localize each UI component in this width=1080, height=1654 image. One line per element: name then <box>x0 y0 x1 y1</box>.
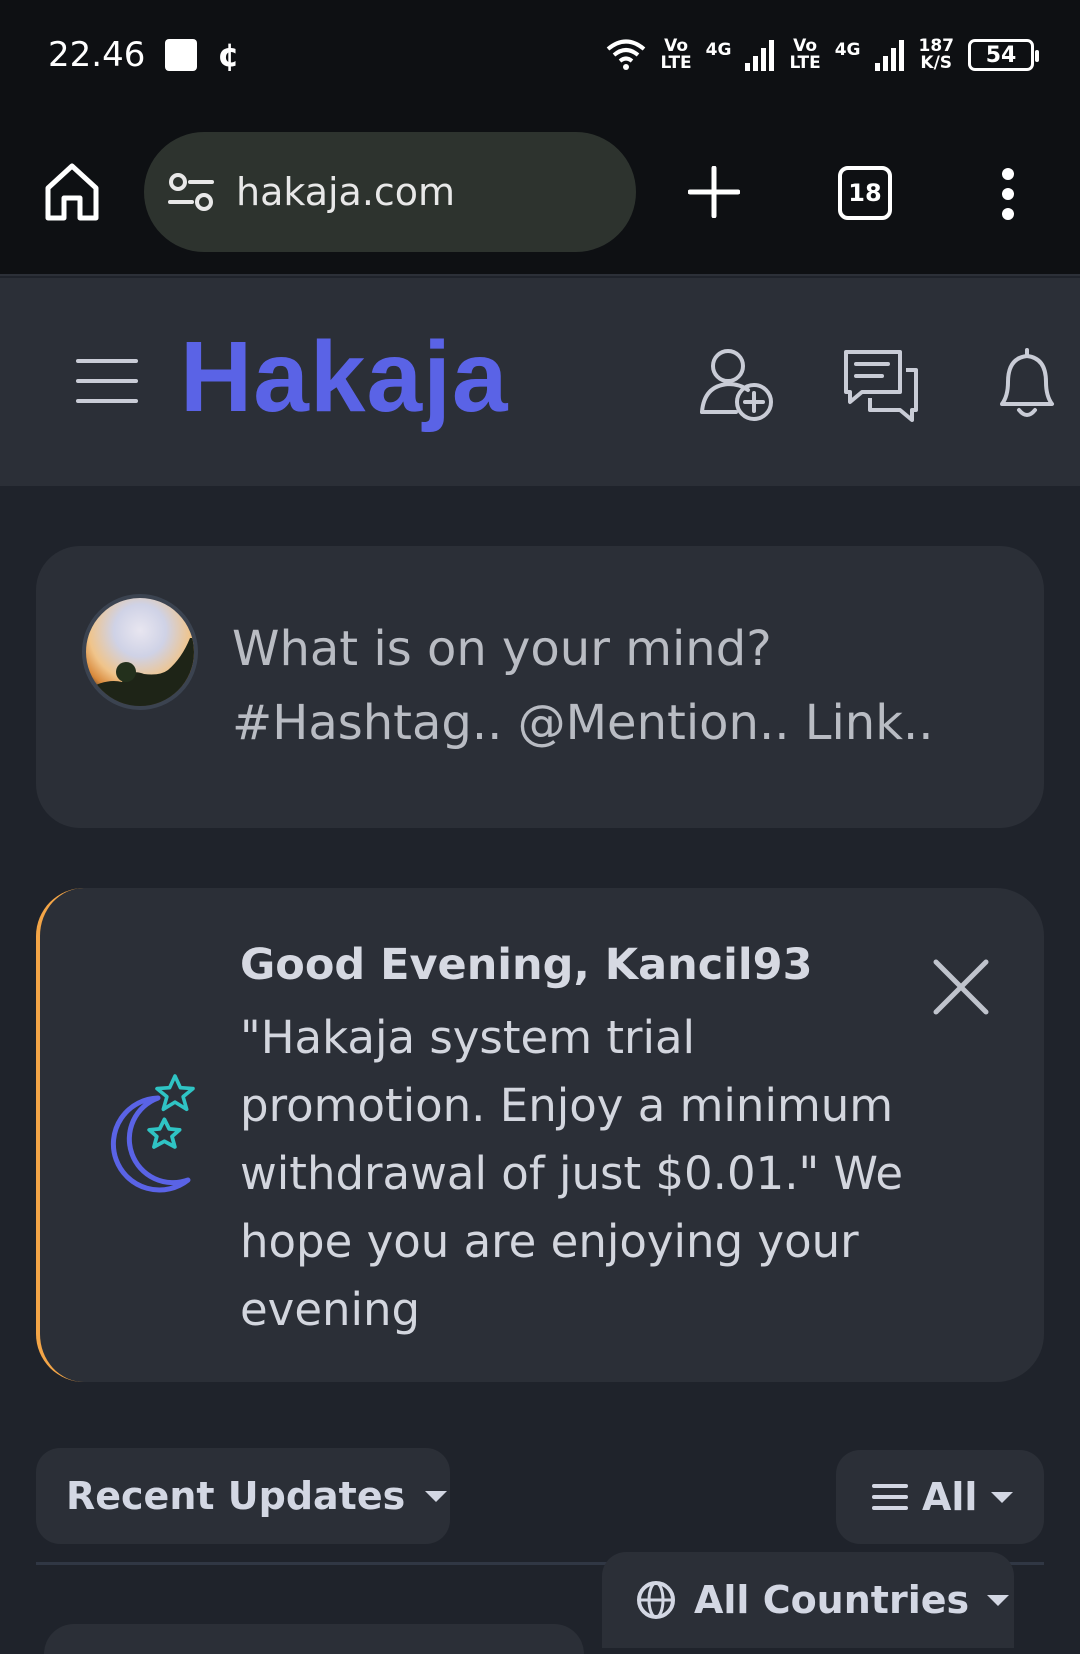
add-friend-icon[interactable] <box>698 346 776 424</box>
greeting-title: Good Evening, Kancil93 <box>240 940 813 990</box>
sort-label: Recent Updates <box>66 1474 406 1518</box>
net-speed: 187 K/S <box>918 36 955 73</box>
more-menu-icon[interactable] <box>996 166 1020 222</box>
signal-1-icon <box>745 40 775 71</box>
country-filter-dropdown[interactable]: All Countries <box>602 1552 1014 1648</box>
type-filter-dropdown[interactable]: All <box>836 1450 1044 1544</box>
close-icon[interactable] <box>932 958 990 1016</box>
chevron-down-icon <box>991 1491 1014 1503</box>
messages-icon[interactable] <box>842 346 920 424</box>
cent-icon: ¢ <box>217 36 240 74</box>
site-settings-icon[interactable] <box>168 172 214 212</box>
site-logo[interactable]: Hakaja <box>180 320 508 435</box>
home-icon[interactable] <box>44 162 100 222</box>
moon-stars-icon <box>110 1074 195 1193</box>
status-bar: 22.46 ¢ Vo LTE 4G Vo LTE 4G 187 K/S 54 <box>0 0 1080 110</box>
composer-placeholder[interactable]: What is on your mind? #Hashtag.. @Mentio… <box>232 612 1012 760</box>
new-tab-icon[interactable] <box>688 166 740 218</box>
battery-indicator: 54 <box>968 39 1039 71</box>
volte-2-indicator: Vo LTE <box>789 36 821 73</box>
status-time: 22.46 <box>48 35 146 75</box>
volte-1-indicator: Vo LTE <box>660 36 692 73</box>
avatar-silhouette <box>86 638 194 706</box>
wifi-icon <box>607 39 646 70</box>
notification-square-icon <box>165 39 198 71</box>
signal-2-icon <box>874 40 904 71</box>
browser-toolbar: hakaja.com 18 <box>0 110 1080 276</box>
site-header: Hakaja <box>0 278 1080 486</box>
sort-dropdown[interactable]: Recent Updates <box>36 1448 450 1544</box>
sim2-type: 4G <box>834 40 861 60</box>
feed-post-card[interactable] <box>44 1624 584 1654</box>
globe-icon <box>637 1581 675 1619</box>
type-filter-label: All <box>922 1475 978 1519</box>
country-filter-label: All Countries <box>694 1578 970 1622</box>
address-bar[interactable]: hakaja.com <box>144 132 636 252</box>
chevron-down-icon <box>425 1490 448 1502</box>
hamburger-menu-icon[interactable] <box>76 356 138 406</box>
list-icon <box>872 1484 908 1510</box>
sim1-type: 4G <box>705 40 732 60</box>
greeting-card: Good Evening, Kancil93 "Hakaja system tr… <box>36 888 1044 1382</box>
notifications-bell-icon[interactable] <box>988 346 1066 424</box>
post-composer[interactable]: What is on your mind? #Hashtag.. @Mentio… <box>36 546 1044 828</box>
greeting-message: "Hakaja system trial promotion. Enjoy a … <box>240 1011 904 1336</box>
user-avatar[interactable] <box>82 594 198 710</box>
chevron-down-icon <box>987 1594 1010 1606</box>
tab-switcher-button[interactable]: 18 <box>838 166 892 220</box>
url-text: hakaja.com <box>236 170 456 214</box>
